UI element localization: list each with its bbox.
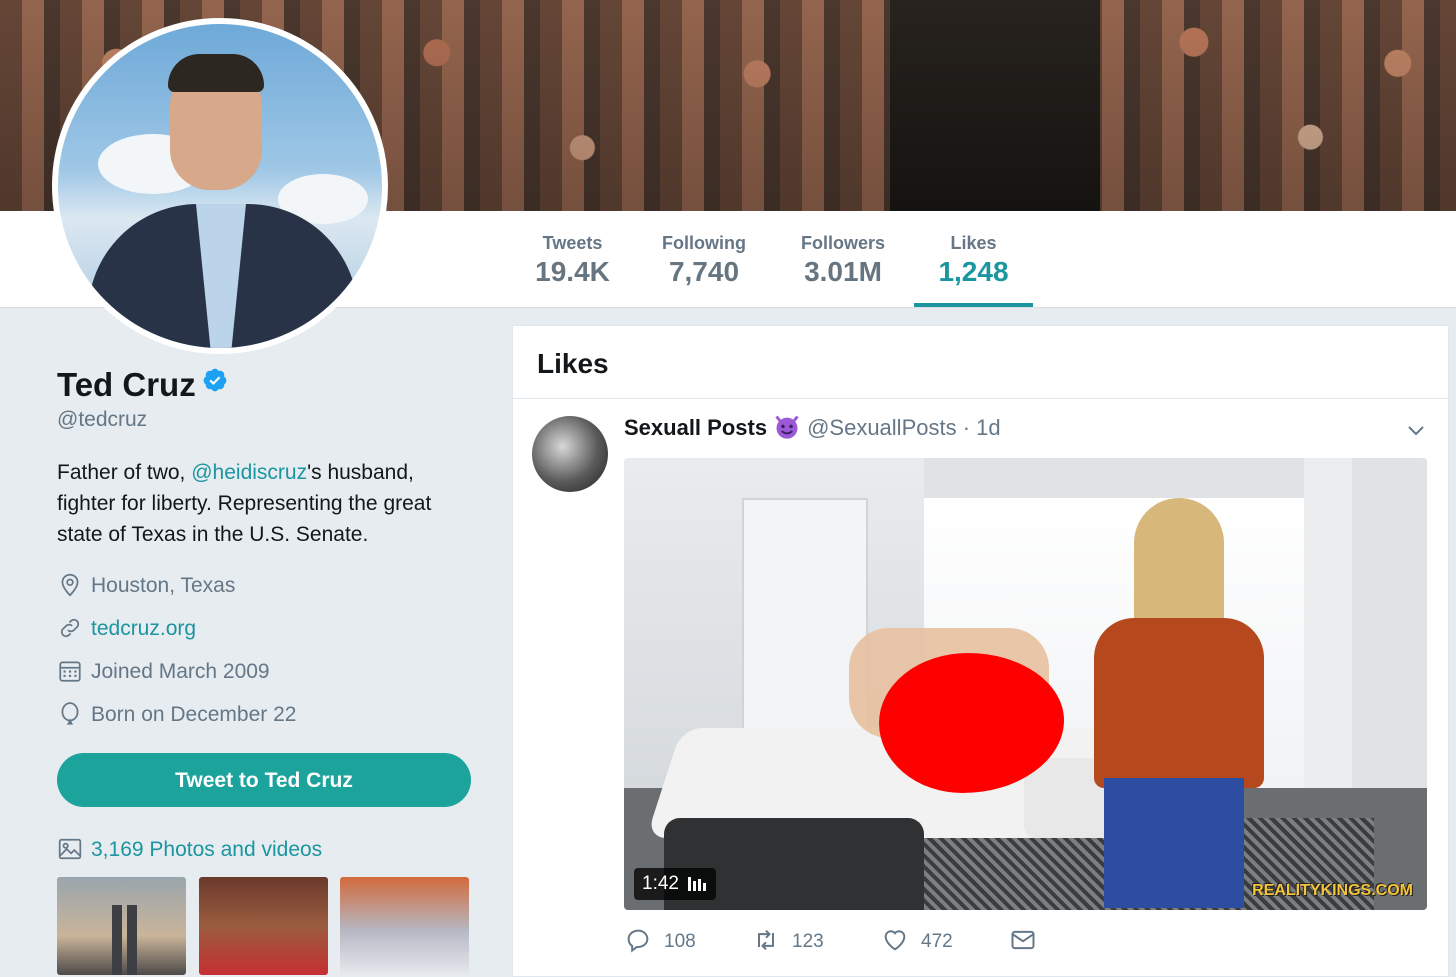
photo-thumbnail-3[interactable] (340, 877, 469, 975)
tweet-author-avatar[interactable] (532, 416, 608, 492)
stat-following[interactable]: Following 7,740 (652, 211, 756, 307)
profile-handle: @tedcruz (57, 408, 148, 431)
photo-thumbnail-2[interactable] (199, 877, 328, 975)
bio-text-start: Father of two, (57, 461, 192, 484)
reply-button[interactable]: 108 (624, 926, 696, 954)
stat-likes-value: 1,248 (938, 256, 1009, 287)
verified-badge-icon (203, 368, 227, 392)
image-icon (58, 838, 82, 860)
tweet-author-name[interactable]: Sexuall Posts (624, 415, 767, 440)
location-text: Houston, Texas (91, 574, 236, 597)
tweet-header: Sexuall Posts @SexuallPosts · 1d (624, 413, 1001, 441)
video-duration: 1:42 (642, 873, 679, 894)
stat-tweets[interactable]: Tweets 19.4K (530, 211, 615, 307)
photos-videos-label[interactable]: 3,169 Photos and videos (91, 838, 322, 861)
balloon-icon (61, 702, 79, 725)
calendar-icon (59, 661, 81, 682)
tweet-handle-and-time[interactable]: @SexuallPosts · 1d (807, 415, 1001, 440)
divider (513, 398, 1448, 399)
location-pin-icon (61, 573, 79, 597)
profile-location: Houston, Texas (57, 572, 235, 598)
likes-timeline: Likes Sexuall Posts @SexuallPosts · 1d 1:… (512, 325, 1449, 977)
retweet-count: 123 (792, 931, 824, 952)
tweet-video[interactable]: 1:42 REALITYKINGS.COM (624, 458, 1427, 910)
joined-text: Joined March 2009 (91, 660, 270, 683)
stat-following-label: Following (662, 233, 746, 253)
like-count: 472 (921, 931, 953, 952)
stat-likes[interactable]: Likes 1,248 (914, 211, 1033, 307)
profile-avatar[interactable] (52, 18, 388, 354)
direct-message-button[interactable] (1009, 926, 1049, 954)
reply-count: 108 (664, 931, 696, 952)
birthday-text: Born on December 22 (91, 703, 297, 726)
profile-name-row: Ted Cruz (57, 366, 228, 404)
stat-tweets-label: Tweets (542, 233, 603, 253)
retweet-icon (758, 929, 774, 951)
link-icon (60, 618, 80, 638)
devil-emoji-icon (775, 415, 799, 439)
heart-icon (884, 930, 906, 951)
stat-likes-label: Likes (950, 233, 997, 253)
bio-mention-link[interactable]: @heidiscruz (191, 461, 307, 484)
video-duration-badge: 1:42 (634, 868, 717, 900)
stat-followers-label: Followers (800, 233, 885, 253)
stat-followers-value: 3.01M (804, 256, 882, 287)
photo-thumbnail-1[interactable] (57, 877, 186, 975)
chevron-down-icon[interactable] (1404, 418, 1428, 442)
photos-videos-link[interactable]: 3,169 Photos and videos (57, 836, 322, 862)
volume-bars-icon (688, 877, 707, 891)
video-watermark: REALITYKINGS.COM (1252, 882, 1413, 899)
reply-icon (627, 929, 649, 953)
like-button[interactable]: 472 (881, 926, 953, 954)
likes-heading: Likes (537, 348, 609, 379)
profile-birthday: Born on December 22 (57, 701, 296, 727)
profile-bio: Father of two, @heidiscruz's husband, fi… (57, 457, 477, 550)
stat-following-value: 7,740 (668, 256, 740, 287)
stat-followers[interactable]: Followers 3.01M (792, 211, 894, 307)
tweet-to-button[interactable]: Tweet to Ted Cruz (57, 753, 471, 807)
profile-website[interactable]: tedcruz.org (57, 615, 196, 641)
retweet-button[interactable]: 123 (752, 926, 824, 954)
stat-tweets-value: 19.4K (535, 256, 610, 287)
profile-name[interactable]: Ted Cruz (57, 366, 196, 403)
website-link[interactable]: tedcruz.org (91, 617, 196, 640)
profile-joined-date: Joined March 2009 (57, 658, 270, 684)
envelope-icon (1011, 930, 1035, 950)
